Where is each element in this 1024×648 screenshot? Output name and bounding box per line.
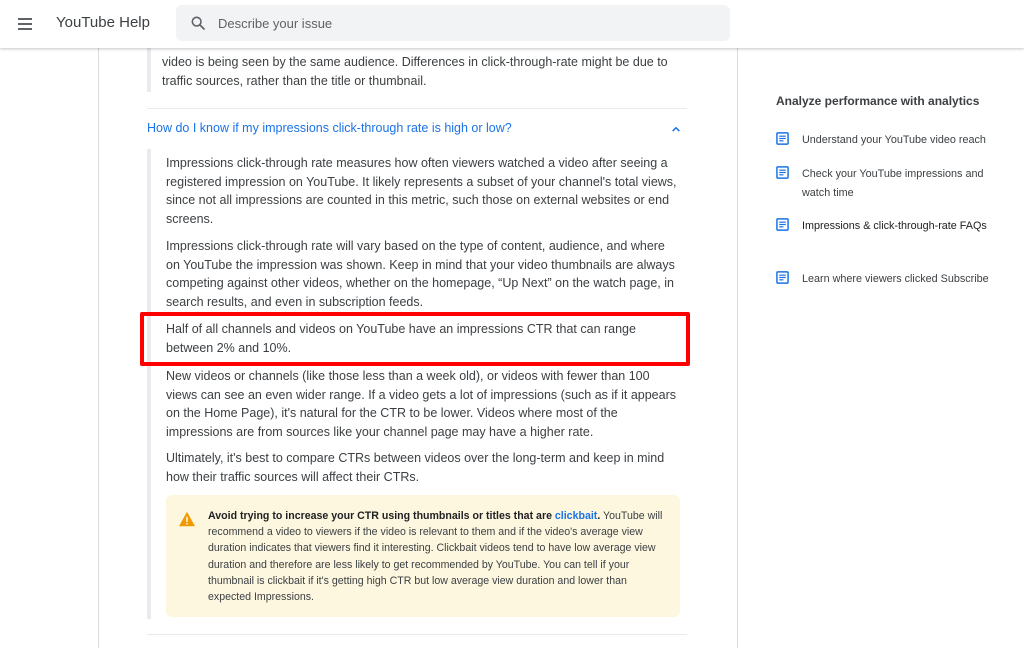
callout-body: YouTube will recommend a video to viewer… <box>208 510 663 604</box>
article-icon <box>776 218 789 231</box>
faq-answer: Impressions click-through rate measures … <box>147 149 687 619</box>
faq-question[interactable]: How do I know if my impressions click-th… <box>147 121 512 135</box>
highlight-box <box>140 312 690 366</box>
search-input[interactable] <box>218 5 718 41</box>
faq-bottom-divider <box>147 634 687 635</box>
previous-answer: video is being seen by the same audience… <box>147 48 687 92</box>
top-app-bar: YouTube Help <box>0 0 1024 48</box>
previous-answer-text: video is being seen by the same audience… <box>162 55 668 88</box>
faq-divider <box>147 108 687 109</box>
sidebar-item-label[interactable]: Understand your YouTube video reach <box>802 131 1007 150</box>
main-menu-button[interactable] <box>14 12 38 36</box>
hamburger-icon <box>18 18 32 20</box>
answer-paragraph-1: Impressions click-through rate measures … <box>166 156 677 226</box>
sidebar-item-label[interactable]: Impressions & click-through-rate FAQs <box>802 217 1007 236</box>
article-icon <box>776 132 789 145</box>
search-icon[interactable] <box>190 15 206 31</box>
app-title[interactable]: YouTube Help <box>56 14 150 31</box>
left-divider <box>98 48 99 648</box>
sidebar-title: Analyze performance with analytics <box>776 94 980 108</box>
hamburger-icon <box>18 23 32 25</box>
article-icon <box>776 271 789 284</box>
sidebar-item-label[interactable]: Learn where viewers clicked Subscribe <box>802 270 1007 289</box>
chevron-up-icon[interactable] <box>671 124 681 134</box>
search-box[interactable] <box>176 5 730 41</box>
right-divider <box>737 48 738 648</box>
warning-icon <box>179 511 195 527</box>
sidebar-item-label[interactable]: Check your YouTube impressions and watch… <box>802 165 1007 202</box>
answer-paragraph-5: Ultimately, it's best to compare CTRs be… <box>166 451 665 484</box>
callout-bold-lead: Avoid trying to increase your CTR using … <box>208 510 555 522</box>
article-icon <box>776 166 789 179</box>
clickbait-link[interactable]: clickbait <box>555 510 597 522</box>
warning-callout: Avoid trying to increase your CTR using … <box>166 495 680 617</box>
faq-question-toggle[interactable]: How do I know if my impressions click-th… <box>147 120 687 140</box>
hamburger-icon <box>18 28 32 30</box>
answer-paragraph-4: New videos or channels (like those less … <box>166 369 676 439</box>
answer-paragraph-2: Impressions click-through rate will vary… <box>166 239 675 309</box>
warning-callout-text: Avoid trying to increase your CTR using … <box>208 508 668 605</box>
